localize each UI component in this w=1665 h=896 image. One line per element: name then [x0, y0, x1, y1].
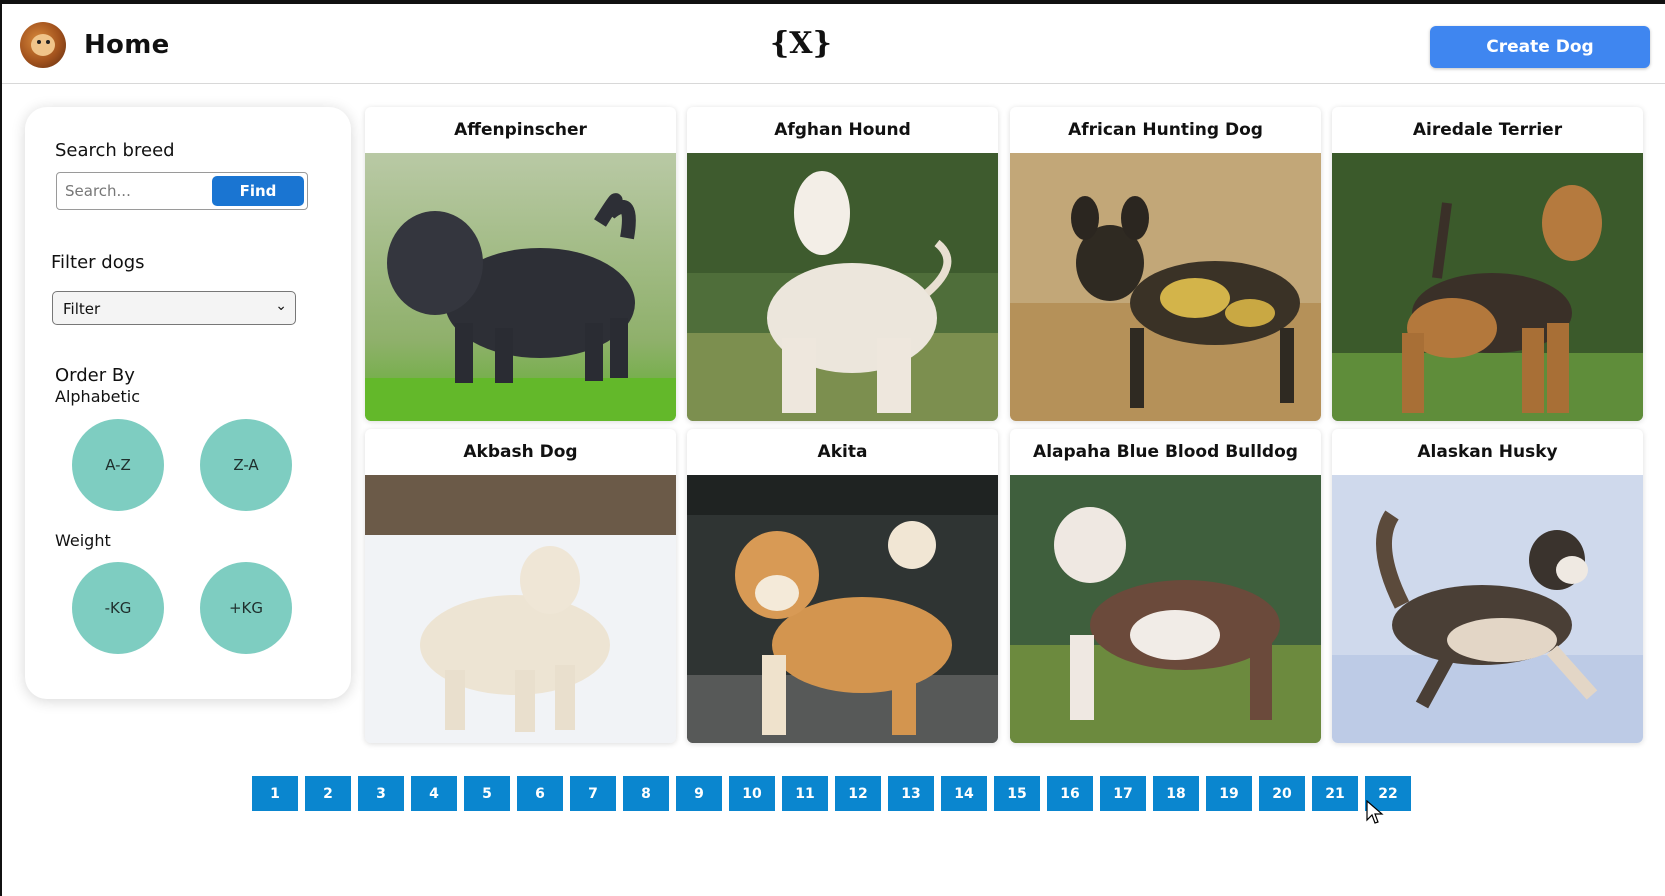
page-button[interactable]: 16 [1047, 776, 1093, 811]
page-button[interactable]: 2 [305, 776, 351, 811]
avatar[interactable] [20, 22, 66, 68]
page-button[interactable]: 3 [358, 776, 404, 811]
sort-za-button[interactable]: Z-A [200, 419, 292, 511]
page-button[interactable]: 14 [941, 776, 987, 811]
dog-card[interactable]: Alaskan Husky [1332, 429, 1643, 743]
dog-card[interactable]: Airedale Terrier [1332, 107, 1643, 421]
filter-selected-value: Filter [63, 300, 101, 318]
dog-card-name: African Hunting Dog [1068, 120, 1263, 140]
dog-card[interactable]: Affenpinscher [365, 107, 676, 421]
mouse-cursor-icon [1366, 800, 1384, 824]
page-button[interactable]: 20 [1259, 776, 1305, 811]
dog-card-name: Affenpinscher [454, 120, 587, 140]
alphabetic-label: Alphabetic [55, 387, 141, 406]
dog-card[interactable]: Akita [687, 429, 998, 743]
dog-card-name: Airedale Terrier [1412, 120, 1563, 140]
dog-photo [1332, 475, 1643, 743]
page-button[interactable]: 9 [676, 776, 722, 811]
dog-card[interactable]: Akbash Dog [365, 429, 676, 743]
dog-photo [687, 475, 998, 743]
page-button[interactable]: 10 [729, 776, 775, 811]
chevron-down-icon: ⌄ [275, 298, 287, 314]
page-button[interactable]: 12 [835, 776, 881, 811]
sort-weight-desc-button[interactable]: +KG [200, 562, 292, 654]
create-dog-button[interactable]: Create Dog [1430, 26, 1650, 68]
search-bar: Find [56, 172, 308, 210]
dog-photo [365, 475, 676, 743]
dog-photo [1010, 475, 1321, 743]
page-button[interactable]: 5 [464, 776, 510, 811]
page-button[interactable]: 17 [1100, 776, 1146, 811]
dog-card-name: Akbash Dog [463, 442, 578, 462]
page-button[interactable]: 15 [994, 776, 1040, 811]
dog-card[interactable]: Alapaha Blue Blood Bulldog [1010, 429, 1321, 743]
page-button[interactable]: 18 [1153, 776, 1199, 811]
dog-card[interactable]: African Hunting Dog [1010, 107, 1321, 421]
page-button[interactable]: 6 [517, 776, 563, 811]
pagination: 1 2 3 4 5 6 7 8 9 10 11 12 13 14 15 16 1… [252, 776, 1411, 812]
weight-label: Weight [55, 531, 111, 550]
order-by-label: Order By [55, 365, 135, 386]
dog-card-name: Akita [817, 442, 868, 462]
page-button[interactable]: 21 [1312, 776, 1358, 811]
dog-card-name: Alaskan Husky [1417, 442, 1558, 462]
sidebar: Search breed Find Filter dogs Filter ⌄ O… [25, 107, 351, 699]
page-button[interactable]: 1 [252, 776, 298, 811]
sort-az-button[interactable]: A-Z [72, 419, 164, 511]
find-button[interactable]: Find [212, 176, 304, 206]
logo-icon: {X} [770, 26, 832, 61]
dog-photo [365, 153, 676, 421]
dog-photo [1332, 153, 1643, 421]
dog-card-name: Afghan Hound [774, 120, 911, 140]
dog-card[interactable]: Afghan Hound [687, 107, 998, 421]
dog-photo [1010, 153, 1321, 421]
dog-card-name: Alapaha Blue Blood Bulldog [1033, 442, 1298, 462]
page-button[interactable]: 7 [570, 776, 616, 811]
sort-weight-asc-button[interactable]: -KG [72, 562, 164, 654]
search-label: Search breed [55, 140, 175, 161]
page-button[interactable]: 13 [888, 776, 934, 811]
search-input[interactable] [61, 177, 211, 205]
dog-photo [687, 153, 998, 421]
top-bar: Home {X} Create Dog [2, 4, 1665, 84]
filter-dropdown[interactable]: Filter ⌄ [52, 291, 296, 325]
page-button[interactable]: 19 [1206, 776, 1252, 811]
page-button[interactable]: 4 [411, 776, 457, 811]
page-title: Home [84, 30, 170, 60]
page-button[interactable]: 8 [623, 776, 669, 811]
filter-label: Filter dogs [51, 252, 145, 273]
page-button[interactable]: 11 [782, 776, 828, 811]
